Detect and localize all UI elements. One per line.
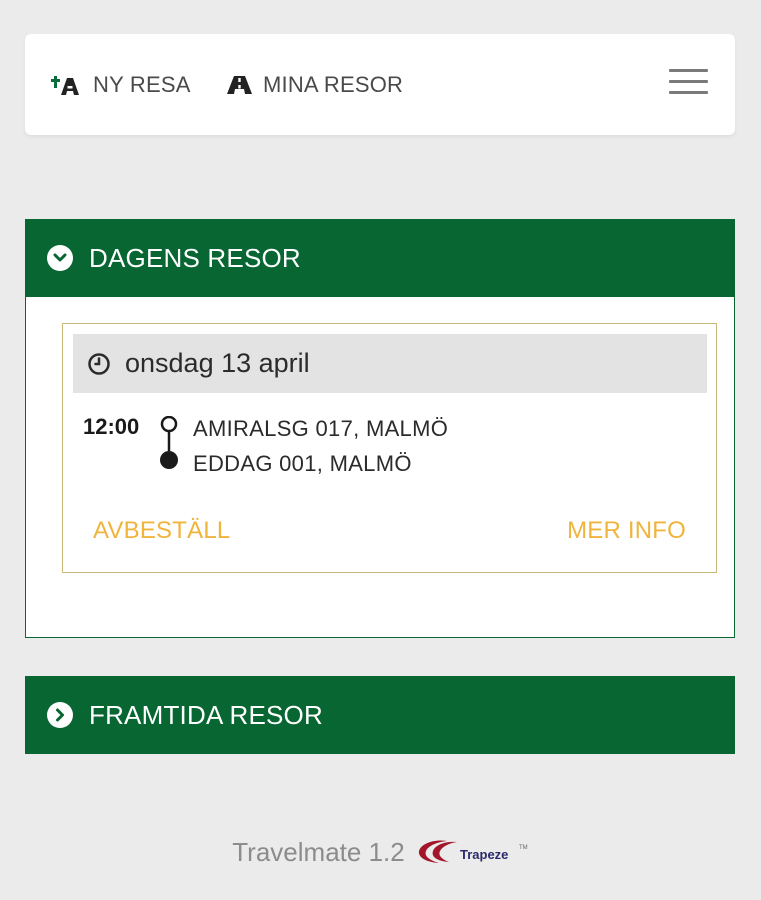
trip-origin: AMIRALSG 017, MALMÖ — [193, 416, 449, 441]
todays-trips-header[interactable]: DAGENS RESOR — [25, 219, 735, 297]
route-line-icon — [160, 416, 178, 469]
future-trips-title: FRAMTIDA RESOR — [89, 699, 323, 730]
todays-trips-panel: onsdag 13 april 12:00 AMIRALSG 017, MALM… — [25, 297, 735, 638]
hamburger-menu-icon[interactable] — [669, 69, 708, 95]
trip-date-bar: onsdag 13 april — [73, 334, 707, 393]
chevron-down-icon — [47, 245, 73, 271]
road-icon — [226, 75, 253, 95]
new-trip-icon — [51, 73, 83, 97]
todays-trips-title: DAGENS RESOR — [89, 242, 301, 273]
new-trip-link[interactable]: NY RESA — [51, 34, 191, 135]
my-trips-link[interactable]: MINA RESOR — [226, 34, 403, 135]
trapeze-logo: Trapeze TM — [417, 836, 529, 868]
future-trips-header[interactable]: FRAMTIDA RESOR — [25, 676, 735, 754]
chevron-right-icon — [47, 702, 73, 728]
footer: Travelmate 1.2 Trapeze TM — [0, 830, 761, 874]
svg-text:TM: TM — [519, 845, 528, 851]
top-navbar: NY RESA MINA RESOR — [25, 34, 735, 135]
new-trip-label: NY RESA — [93, 71, 191, 97]
more-info-button[interactable]: MER INFO — [567, 517, 686, 545]
trip-card: onsdag 13 april 12:00 AMIRALSG 017, MALM… — [62, 323, 717, 573]
trip-date: onsdag 13 april — [125, 348, 310, 378]
my-trips-label: MINA RESOR — [263, 71, 404, 97]
trip-time: 12:00 — [83, 414, 140, 439]
cancel-trip-button[interactable]: AVBESTÄLL — [93, 517, 230, 545]
clock-icon — [87, 352, 111, 376]
app-version: Travelmate 1.2 — [232, 836, 405, 867]
trip-destination: EDDAG 001, MALMÖ — [193, 451, 412, 476]
trapeze-logo-text: Trapeze — [460, 847, 508, 862]
